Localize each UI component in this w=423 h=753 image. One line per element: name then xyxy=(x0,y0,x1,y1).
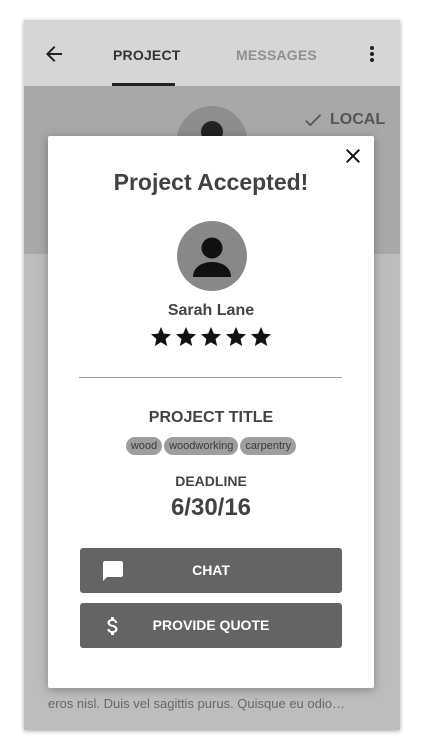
deadline-label: DEADLINE xyxy=(175,473,247,489)
star-icon xyxy=(201,327,221,346)
local-label: LOCAL xyxy=(330,111,386,128)
tag-list: wood woodworking carpentry xyxy=(48,437,374,455)
star-icon xyxy=(251,327,271,346)
deadline-value: 6/30/16 xyxy=(170,494,252,521)
close-icon xyxy=(346,149,360,163)
project-accepted-dialog: Project Accepted! Sarah Lane PROJECT TIT… xyxy=(48,136,374,688)
back-button[interactable] xyxy=(42,42,66,66)
tab-project[interactable]: PROJECT xyxy=(113,47,181,63)
more-vert-icon xyxy=(370,46,374,62)
body-text: eros nisl. Duis vel sagittis purus. Quis… xyxy=(48,696,345,711)
tag-chip[interactable]: wood xyxy=(125,437,163,455)
user-name: Sarah Lane xyxy=(167,302,255,319)
star-icon xyxy=(151,327,171,346)
provide-quote-button[interactable]: PROVIDE QUOTE xyxy=(80,603,342,648)
chat-button[interactable]: CHAT xyxy=(80,548,342,593)
close-button[interactable] xyxy=(341,144,365,168)
dialog-title: Project Accepted! xyxy=(113,169,309,195)
tag-chip[interactable]: carpentry xyxy=(240,437,297,455)
star-icon xyxy=(226,327,246,346)
app-bar: PROJECT MESSAGES xyxy=(24,20,400,86)
tab-messages[interactable]: MESSAGES xyxy=(236,47,317,63)
person-icon xyxy=(193,237,231,277)
project-title: PROJECT TITLE xyxy=(148,409,274,426)
tag-chip[interactable]: woodworking xyxy=(164,437,239,455)
check-icon xyxy=(305,114,322,127)
more-options-button[interactable] xyxy=(360,42,384,66)
star-icon xyxy=(176,327,196,346)
user-rating xyxy=(149,325,273,349)
arrow-back-icon xyxy=(46,46,62,62)
local-indicator[interactable]: LOCAL xyxy=(302,108,385,132)
user-avatar xyxy=(177,221,247,291)
chat-button-label: CHAT xyxy=(192,562,230,578)
provide-quote-button-label: PROVIDE QUOTE xyxy=(152,617,270,633)
divider xyxy=(79,377,342,378)
